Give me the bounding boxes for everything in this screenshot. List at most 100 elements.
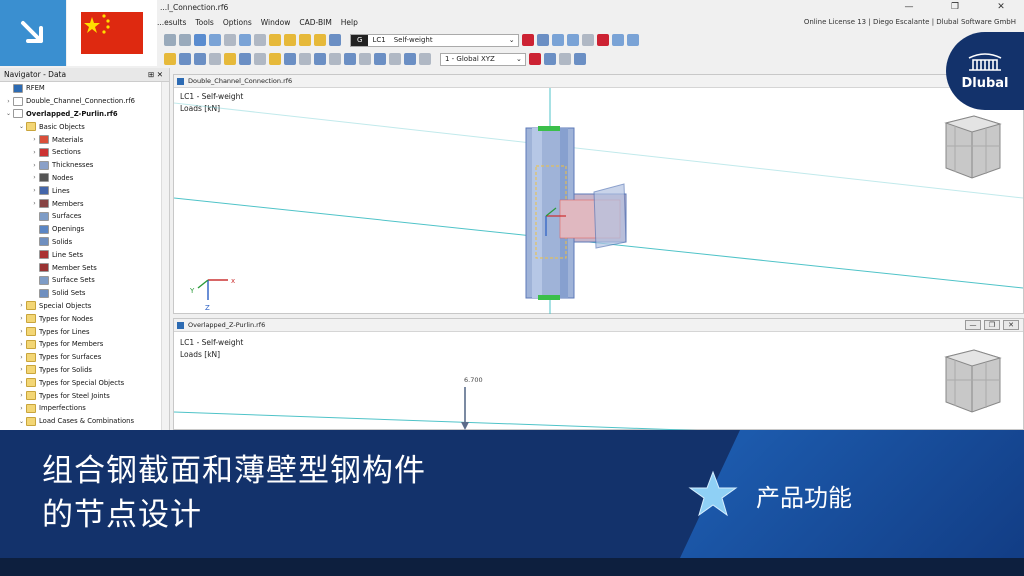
expand-arrow-icon[interactable]: ›: [17, 392, 26, 399]
section-icon[interactable]: [581, 34, 594, 46]
member-tool-icon[interactable]: [194, 53, 206, 65]
tree-item[interactable]: ⌄ Overlapped_Z-Purlin.rf6: [0, 108, 169, 121]
menu-tools[interactable]: Tools: [195, 18, 213, 27]
menu-window[interactable]: Window: [261, 18, 291, 27]
stop-icon[interactable]: [596, 34, 609, 46]
menu-results[interactable]: ...esults: [157, 18, 186, 27]
layer-icon[interactable]: [254, 34, 266, 46]
hinge-tool-icon[interactable]: [254, 53, 266, 65]
connect-icon[interactable]: [374, 53, 386, 65]
viewport-minimize-button[interactable]: —: [965, 320, 981, 330]
dimension-icon[interactable]: [419, 53, 431, 65]
surface-tool-icon[interactable]: [209, 53, 221, 65]
expand-arrow-icon[interactable]: ⌄: [4, 110, 13, 117]
model-canvas-1[interactable]: x Y Z: [174, 88, 1023, 314]
move-icon[interactable]: [299, 53, 311, 65]
view-icon[interactable]: [194, 34, 206, 46]
tree-item[interactable]: Openings: [0, 223, 169, 236]
expand-arrow-icon[interactable]: ⌄: [17, 123, 26, 130]
minimize-button[interactable]: —: [886, 0, 932, 14]
tree-item[interactable]: › Types for Special Objects: [0, 376, 169, 389]
line-tool-icon[interactable]: [179, 53, 191, 65]
model-icon[interactable]: [269, 34, 281, 46]
delete-icon[interactable]: [521, 34, 534, 46]
expand-arrow-icon[interactable]: ⌄: [17, 418, 26, 425]
viewport-close-button[interactable]: ✕: [1003, 320, 1019, 330]
scale-icon[interactable]: [344, 53, 356, 65]
tree-item[interactable]: › Types for Members: [0, 338, 169, 351]
tree-item[interactable]: RFEM: [0, 82, 169, 95]
model-canvas-2[interactable]: 6.700: [174, 332, 1023, 430]
loadcase-select[interactable]: G LC1 Self-weight ⌄: [350, 33, 519, 47]
copy-icon[interactable]: [284, 53, 296, 65]
table-icon[interactable]: [209, 34, 221, 46]
tree-item[interactable]: › Special Objects: [0, 300, 169, 313]
print-icon[interactable]: [224, 34, 236, 46]
tree-item[interactable]: Member Sets: [0, 261, 169, 274]
expand-arrow-icon[interactable]: ›: [17, 328, 26, 335]
menu-options[interactable]: Options: [223, 18, 252, 27]
divide-icon[interactable]: [359, 53, 371, 65]
tree-item[interactable]: › Thicknesses: [0, 159, 169, 172]
render-icon[interactable]: [566, 34, 579, 46]
tree-item[interactable]: › Sections: [0, 146, 169, 159]
redo-icon[interactable]: [179, 34, 191, 46]
undo-icon[interactable]: [164, 34, 176, 46]
expand-arrow-icon[interactable]: ›: [17, 405, 26, 412]
tree-item[interactable]: › Lines: [0, 184, 169, 197]
expand-arrow-icon[interactable]: ›: [17, 379, 26, 386]
tree-item[interactable]: ⌄ Basic Objects: [0, 120, 169, 133]
tree-item[interactable]: ⌄ Load Cases & Combinations: [0, 415, 169, 428]
box-icon[interactable]: [626, 34, 639, 46]
expand-arrow-icon[interactable]: ›: [30, 136, 39, 143]
check-icon[interactable]: [314, 34, 326, 46]
expand-arrow-icon[interactable]: ›: [17, 315, 26, 322]
tree-item[interactable]: › Materials: [0, 133, 169, 146]
expand-arrow-icon[interactable]: ›: [17, 302, 26, 309]
menu-help[interactable]: Help: [341, 18, 358, 27]
measure-icon[interactable]: [404, 53, 416, 65]
expand-arrow-icon[interactable]: ›: [30, 149, 39, 156]
expand-arrow-icon[interactable]: ›: [17, 354, 26, 361]
mirror-icon[interactable]: [329, 53, 341, 65]
tree-item[interactable]: › Types for Nodes: [0, 312, 169, 325]
view-cube-icon[interactable]: [944, 349, 1002, 413]
tree-item[interactable]: › Types for Steel Joints: [0, 389, 169, 402]
maximize-button[interactable]: ❐: [932, 0, 978, 14]
tree-item[interactable]: › Types for Surfaces: [0, 351, 169, 364]
expand-arrow-icon[interactable]: ›: [30, 162, 39, 169]
node-tool-icon[interactable]: [164, 53, 176, 65]
calc-icon[interactable]: [329, 34, 341, 46]
cube-icon[interactable]: [611, 34, 624, 46]
tree-item[interactable]: › Types for Lines: [0, 325, 169, 338]
grid-snap-icon[interactable]: [558, 53, 571, 65]
grid-icon[interactable]: [239, 34, 251, 46]
expand-arrow-icon[interactable]: ›: [30, 200, 39, 207]
rotate-icon[interactable]: [314, 53, 326, 65]
expand-arrow-icon[interactable]: ›: [17, 366, 26, 373]
result-icon[interactable]: [299, 34, 311, 46]
tree-item[interactable]: › Double_Channel_Connection.rf6: [0, 95, 169, 108]
coord-system-select[interactable]: 1 - Global XYZ ⌄: [440, 52, 526, 66]
navigator-scrollbar[interactable]: [161, 82, 169, 430]
tree-item[interactable]: Solids: [0, 236, 169, 249]
tree-item[interactable]: Solid Sets: [0, 287, 169, 300]
viewport-double-channel[interactable]: Double_Channel_Connection.rf6 LC1 - Self…: [173, 74, 1024, 314]
extend-icon[interactable]: [389, 53, 401, 65]
expand-arrow-icon[interactable]: ›: [30, 174, 39, 181]
solid-tool-icon[interactable]: [224, 53, 236, 65]
expand-arrow-icon[interactable]: ›: [17, 341, 26, 348]
tree-item[interactable]: › Imperfections: [0, 402, 169, 415]
viewport-z-purlin[interactable]: Overlapped_Z-Purlin.rf6 — ❐ ✕ LC1 - Self…: [173, 318, 1024, 430]
expand-arrow-icon[interactable]: ›: [4, 98, 13, 105]
load-tool-icon[interactable]: [269, 53, 281, 65]
viewport-restore-button[interactable]: ❐: [984, 320, 1000, 330]
display-icon[interactable]: [551, 34, 564, 46]
tree-item[interactable]: Surface Sets: [0, 274, 169, 287]
ortho-icon[interactable]: [543, 53, 556, 65]
expand-arrow-icon[interactable]: ›: [30, 187, 39, 194]
support-tool-icon[interactable]: [239, 53, 251, 65]
close-button[interactable]: ✕: [978, 0, 1024, 14]
filter-icon[interactable]: [536, 34, 549, 46]
tree-item[interactable]: › Members: [0, 197, 169, 210]
